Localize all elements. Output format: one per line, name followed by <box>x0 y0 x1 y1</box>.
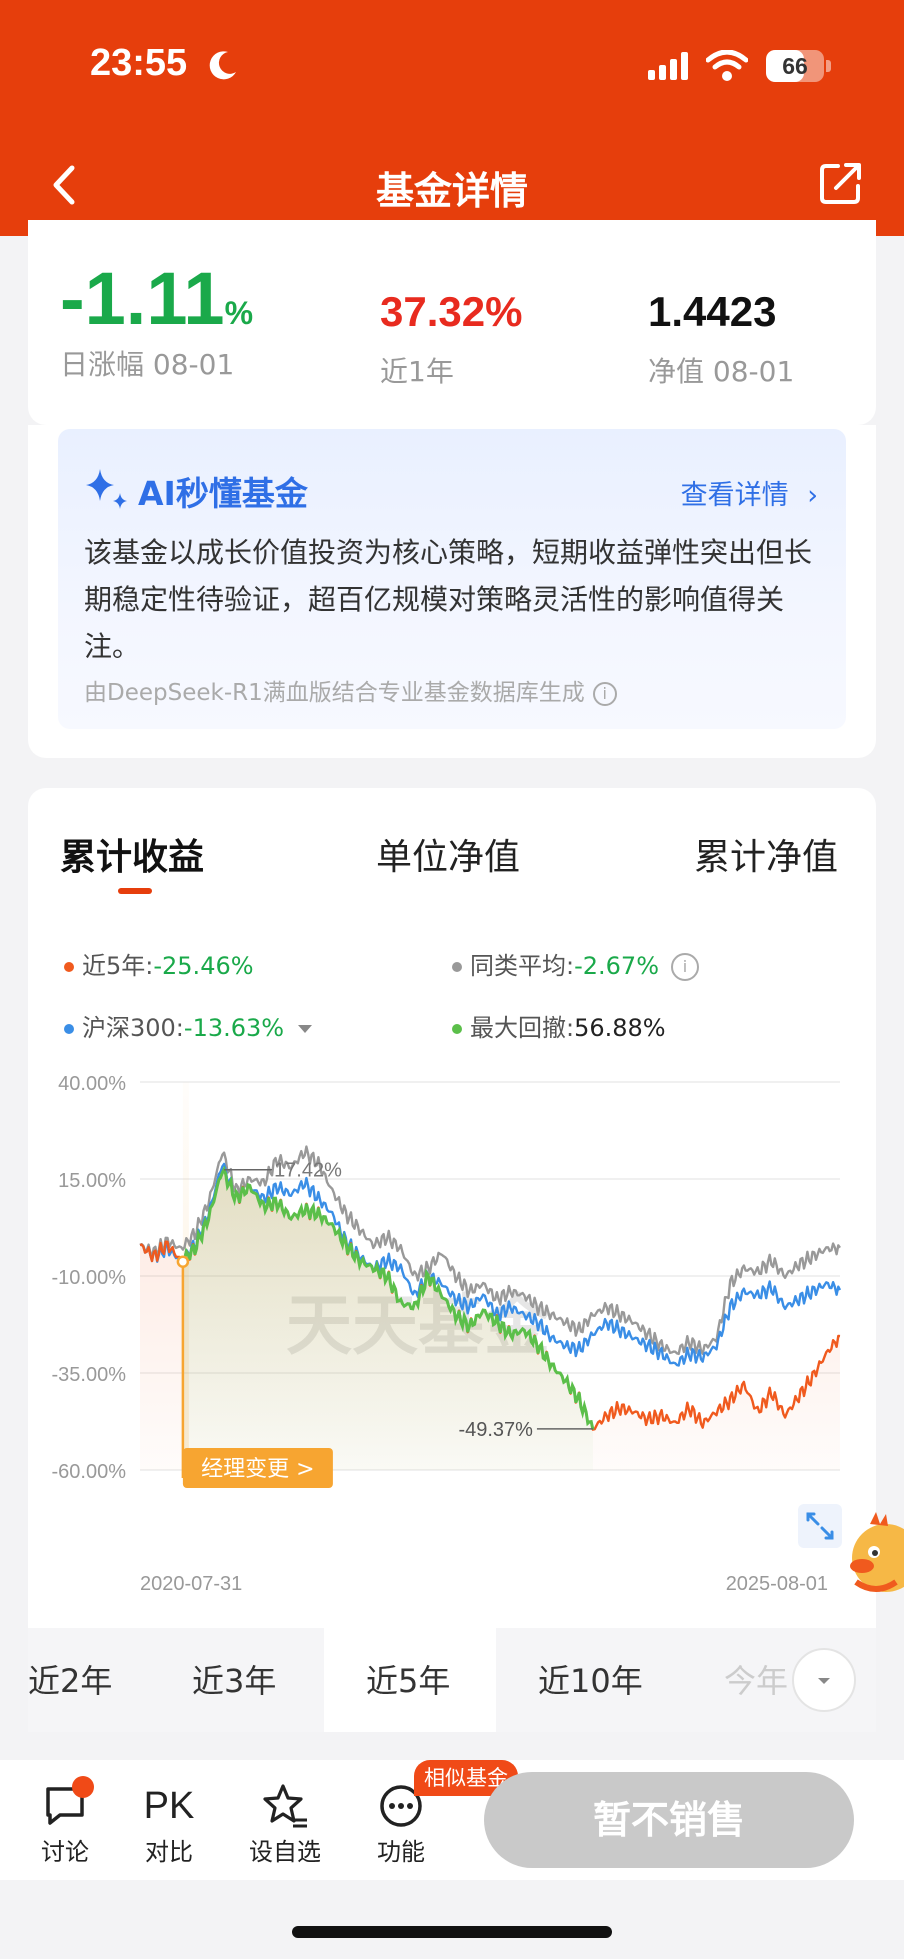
info-icon[interactable]: i <box>592 681 617 706</box>
nav-value: 1.4423 <box>648 288 777 335</box>
year-return-stat: 37.32% 近1年 <box>380 288 522 390</box>
ai-source-note: 由DeepSeek-R1满血版结合专业基金数据库生成 i <box>84 673 617 707</box>
share-button[interactable] <box>818 160 864 206</box>
legend-fund: 近5年:-25.46% <box>64 946 254 981</box>
tab-cumulative-return[interactable]: 累计收益 <box>60 828 204 880</box>
battery-percent: 66 <box>782 53 808 79</box>
legend-average-label: 同类平均: <box>470 952 575 980</box>
period-10y[interactable]: 近10年 <box>538 1656 643 1702</box>
home-indicator <box>292 1926 612 1938</box>
chevron-right-icon: › <box>807 480 818 511</box>
daily-change-unit: % <box>224 295 254 331</box>
legend-drawdown-label: 最大回撤: <box>470 1014 575 1042</box>
y-tick-label: 15.00% <box>58 1170 126 1192</box>
y-tick-label: 40.00% <box>58 1073 126 1095</box>
battery-indicator: 66 <box>766 50 824 82</box>
active-tab-indicator <box>118 888 152 894</box>
daily-change-value: -1.11 <box>60 257 225 340</box>
nav-label: 净值 08-01 <box>648 355 795 388</box>
return-line-chart[interactable]: 40.00%15.00%-10.00%-35.00%-60.00% 天天基金 1… <box>28 1048 876 1608</box>
star-plus-icon <box>263 1784 307 1828</box>
manager-change-point <box>176 1255 190 1268</box>
ai-title: AI秒懂基金 <box>138 474 308 513</box>
sparkle-icon <box>86 469 127 509</box>
y-axis-ticks: 40.00% 15.00% -10.00% -35.00% -60.00% <box>52 1073 127 1483</box>
legend-average-value: -2.67% <box>574 952 659 980</box>
compare-icon: PK <box>143 1784 195 1827</box>
daily-change-stat: -1.11% 日涨幅 08-01 <box>60 256 253 383</box>
add-watchlist-label: 设自选 <box>249 1838 321 1866</box>
legend-index-dot <box>64 1024 74 1034</box>
daily-change-label: 日涨幅 08-01 <box>60 348 235 381</box>
peak-label: 17.42% <box>274 1160 342 1182</box>
dropdown-arrow-icon <box>298 1025 313 1033</box>
y-tick-label: -10.00% <box>52 1267 127 1289</box>
wifi-icon <box>706 50 748 81</box>
mascot-icon[interactable] <box>846 1510 904 1600</box>
period-selector: 近2年 近3年 近5年 近10年 今年 <box>28 1628 876 1732</box>
legend-fund-label: 近5年: <box>82 952 154 980</box>
ai-summary-card: AI秒懂基金 查看详情 › 该基金以成长价值投资为核心策略，短期收益弹性突出但长… <box>28 425 876 758</box>
bottom-action-bar: 讨论 PK 对比 设自选 功能 相似基金 暂不销售 <box>0 1760 904 1880</box>
add-watchlist-button[interactable]: 设自选 <box>240 1780 330 1867</box>
trough-label: -49.37% <box>458 1419 533 1441</box>
moon-icon <box>209 51 236 80</box>
battery-tip <box>826 60 831 72</box>
info-icon[interactable]: i <box>671 953 699 981</box>
legend-average-dot <box>452 962 462 972</box>
discuss-label: 讨论 <box>41 1838 89 1866</box>
legend-fund-dot <box>64 962 74 972</box>
legend-index-label: 沪深300: <box>82 1014 184 1042</box>
chevron-down-icon <box>818 1678 830 1684</box>
discuss-button[interactable]: 讨论 <box>20 1776 110 1867</box>
cellular-signal-icon <box>648 52 688 80</box>
legend-drawdown-value: 56.88% <box>574 1014 666 1042</box>
y-tick-label: -35.00% <box>52 1364 127 1386</box>
legend-index-value: -13.63% <box>183 1014 285 1042</box>
notification-dot <box>72 1776 94 1798</box>
compare-label: 对比 <box>145 1838 193 1866</box>
legend-fund-value: -25.46% <box>153 952 254 980</box>
ai-source-text: 由DeepSeek-R1满血版结合专业基金数据库生成 <box>84 680 585 706</box>
status-time: 23:55 <box>90 42 188 84</box>
features-label: 功能 <box>377 1838 425 1866</box>
nav-stat: 1.4423 净值 08-01 <box>648 288 794 390</box>
y-tick-label: -60.00% <box>52 1461 127 1483</box>
app-header: 23:55 66 基金详情 <box>0 0 904 236</box>
legend-drawdown-dot <box>452 1024 462 1034</box>
period-2y[interactable]: 近2年 <box>28 1656 112 1702</box>
x-axis-start-label: 2020-07-31 <box>140 1573 242 1595</box>
compare-button[interactable]: PK 对比 <box>124 1780 214 1867</box>
legend-index[interactable]: 沪深300:-13.63% <box>64 1008 313 1043</box>
year-return-label: 近1年 <box>380 355 454 388</box>
legend-average: 同类平均:-2.67% i <box>452 946 699 981</box>
ai-summary-text: 该基金以成长价值投资为核心策略，短期收益弹性突出但长期稳定性待验证，超百亿规模对… <box>84 536 813 663</box>
expand-chart-icon[interactable] <box>798 1504 842 1548</box>
ai-view-details-link[interactable]: 查看详情 › <box>681 473 818 512</box>
manager-change-label: 经理变更 > <box>201 1457 314 1482</box>
period-ytd[interactable]: 今年 <box>724 1656 788 1702</box>
tab-unit-nav[interactable]: 单位净值 <box>376 828 520 880</box>
legend-drawdown: 最大回撤:56.88% <box>452 1008 666 1043</box>
year-return-value: 37.32% <box>380 288 523 335</box>
x-axis-end-label: 2025-08-01 <box>726 1573 828 1595</box>
period-5y[interactable]: 近5年 <box>366 1656 450 1702</box>
page-title: 基金详情 <box>375 169 528 213</box>
not-for-sale-button[interactable]: 暂不销售 <box>484 1772 854 1868</box>
fund-stats-card: -1.11% 日涨幅 08-01 37.32% 近1年 1.4423 净值 08… <box>28 220 876 425</box>
performance-chart-card: 累计收益 单位净值 累计净值 近5年:-25.46% 同类平均:-2.67% i … <box>28 788 876 1728</box>
period-more-button[interactable] <box>792 1648 856 1712</box>
tab-cumulative-nav[interactable]: 累计净值 <box>694 828 838 880</box>
period-3y[interactable]: 近3年 <box>192 1656 276 1702</box>
ai-view-details-label: 查看详情 <box>680 480 789 511</box>
ai-summary-panel[interactable]: AI秒懂基金 查看详情 › 该基金以成长价值投资为核心策略，短期收益弹性突出但长… <box>58 429 846 729</box>
